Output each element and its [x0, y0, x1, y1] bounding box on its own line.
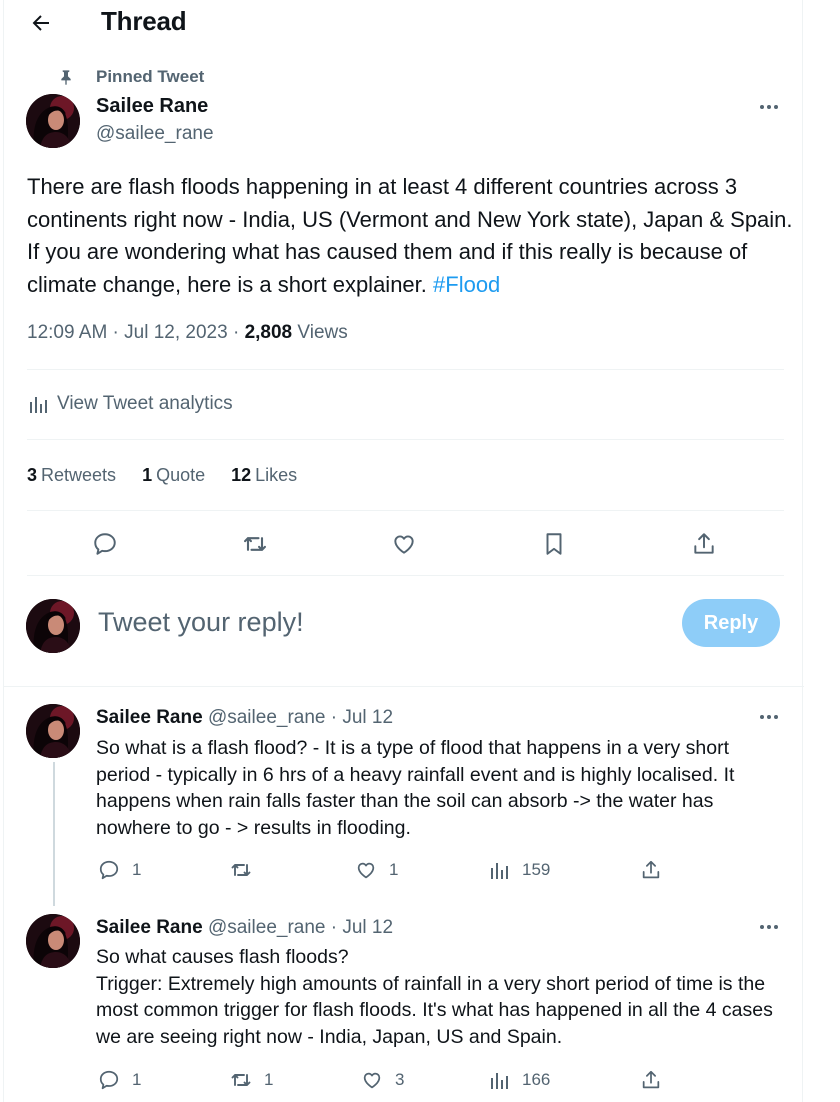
- reply-button[interactable]: 1: [96, 857, 141, 883]
- share-button[interactable]: [638, 857, 674, 883]
- reply-input[interactable]: Tweet your reply!: [98, 607, 304, 638]
- reply-text: So what causes flash floods? Trigger: Ext…: [96, 944, 786, 1050]
- share-icon: [694, 533, 714, 554]
- back-arrow-icon: [32, 15, 49, 31]
- reply-submit-button[interactable]: Reply: [682, 599, 780, 647]
- like-count: 3: [395, 1070, 405, 1089]
- divider: [4, 686, 804, 687]
- views-icon: [486, 857, 512, 883]
- share-button[interactable]: [638, 1067, 674, 1093]
- reply-meta[interactable]: @sailee_rane · Jul 12: [208, 917, 393, 938]
- thread-column: Thread Pinned Tweet Sailee Rane @sailee_…: [3, 0, 804, 1102]
- reply-header: Sailee Rane @sailee_rane · Jul 12: [96, 917, 393, 939]
- tweet-text: There are flash floods happening in at l…: [27, 171, 797, 301]
- bookmark-button[interactable]: [537, 527, 571, 561]
- views-button[interactable]: 159: [486, 857, 550, 883]
- tweet-timestamp[interactable]: 12:09 AM · Jul 12, 2023 ·: [27, 322, 245, 343]
- retweet-icon: [228, 857, 254, 883]
- quotes-stat[interactable]: 1 Quote: [142, 465, 205, 486]
- back-button[interactable]: [26, 8, 56, 38]
- divider: [27, 575, 784, 576]
- reply-count: 1: [132, 860, 142, 879]
- retweet-button[interactable]: [228, 857, 264, 883]
- reply-text: So what is a flash flood? - It is a type…: [96, 737, 735, 839]
- retweet-count: 1: [264, 1070, 274, 1089]
- like-button[interactable]: 3: [359, 1067, 404, 1093]
- hashtag-link[interactable]: #Flood: [433, 272, 500, 297]
- reply-button[interactable]: 1: [96, 1067, 141, 1093]
- reply-text-line: Trigger: Extremely high amounts of rainf…: [96, 972, 773, 1048]
- reply-meta[interactable]: @sailee_rane · Jul 12: [208, 707, 393, 728]
- analytics-label: View Tweet analytics: [57, 393, 233, 414]
- retweet-button[interactable]: 1: [228, 1067, 273, 1093]
- share-icon: [638, 857, 664, 883]
- like-count: 1: [389, 860, 399, 879]
- author-name[interactable]: Sailee Rane: [96, 95, 208, 118]
- like-icon: [394, 535, 414, 554]
- thread-connector: [53, 762, 55, 906]
- author-handle[interactable]: @sailee_rane: [96, 123, 214, 145]
- pin-icon: [56, 67, 76, 87]
- reply-actions: 1 1 159: [4, 857, 804, 883]
- retweet-icon: [244, 537, 266, 551]
- more-icon[interactable]: [752, 97, 786, 117]
- pinned-indicator: Pinned Tweet: [56, 66, 204, 88]
- view-analytics-link[interactable]: View Tweet analytics: [27, 393, 233, 415]
- more-icon[interactable]: [752, 917, 786, 937]
- reply-icon: [96, 857, 122, 883]
- reply-icon: [94, 533, 116, 555]
- reply-author-name[interactable]: Sailee Rane: [96, 707, 203, 728]
- reply-avatar[interactable]: [26, 914, 80, 968]
- like-button[interactable]: 1: [353, 857, 398, 883]
- pinned-label: Pinned Tweet: [96, 67, 205, 86]
- reply-button[interactable]: [88, 527, 122, 561]
- composer-avatar[interactable]: [26, 599, 80, 653]
- retweet-icon: [228, 1067, 254, 1093]
- reply-avatar[interactable]: [26, 704, 80, 758]
- views-icon: [486, 1067, 512, 1093]
- more-icon[interactable]: [752, 707, 786, 727]
- divider: [27, 369, 784, 370]
- reply-author-name[interactable]: Sailee Rane: [96, 917, 203, 938]
- tweet-body: There are flash floods happening in at l…: [27, 174, 793, 297]
- analytics-icon: [27, 393, 49, 415]
- reply-actions: 1 1 3 166: [4, 1067, 804, 1093]
- views-count: 166: [522, 1070, 551, 1089]
- reply-icon: [96, 1067, 122, 1093]
- engagement-stats: 3 Retweets 1 Quote 12 Likes: [27, 465, 323, 486]
- like-button[interactable]: [387, 527, 421, 561]
- likes-stat[interactable]: 12 Likes: [231, 465, 297, 486]
- page-title: Thread: [101, 6, 187, 36]
- avatar[interactable]: [26, 94, 80, 148]
- tweet-actions: [4, 527, 804, 561]
- views-button[interactable]: 166: [486, 1067, 550, 1093]
- views-count: 159: [522, 860, 551, 879]
- divider: [27, 510, 784, 511]
- share-button[interactable]: [687, 527, 721, 561]
- tweet-meta: 12:09 AM · Jul 12, 2023 · 2,808 Views: [27, 322, 348, 344]
- bookmark-icon: [546, 533, 562, 555]
- reply-count: 1: [132, 1070, 142, 1089]
- retweets-stat[interactable]: 3 Retweets: [27, 465, 116, 486]
- like-icon: [353, 857, 379, 883]
- header: Thread: [4, 0, 804, 44]
- retweet-button[interactable]: [238, 527, 272, 561]
- like-icon: [359, 1067, 385, 1093]
- reply-header: Sailee Rane @sailee_rane · Jul 12: [96, 707, 393, 729]
- views-count: 2,808: [244, 322, 293, 343]
- share-icon: [638, 1067, 664, 1093]
- reply-text-line: So what causes flash floods?: [96, 946, 349, 968]
- views-label: Views: [292, 322, 348, 343]
- divider: [27, 439, 784, 440]
